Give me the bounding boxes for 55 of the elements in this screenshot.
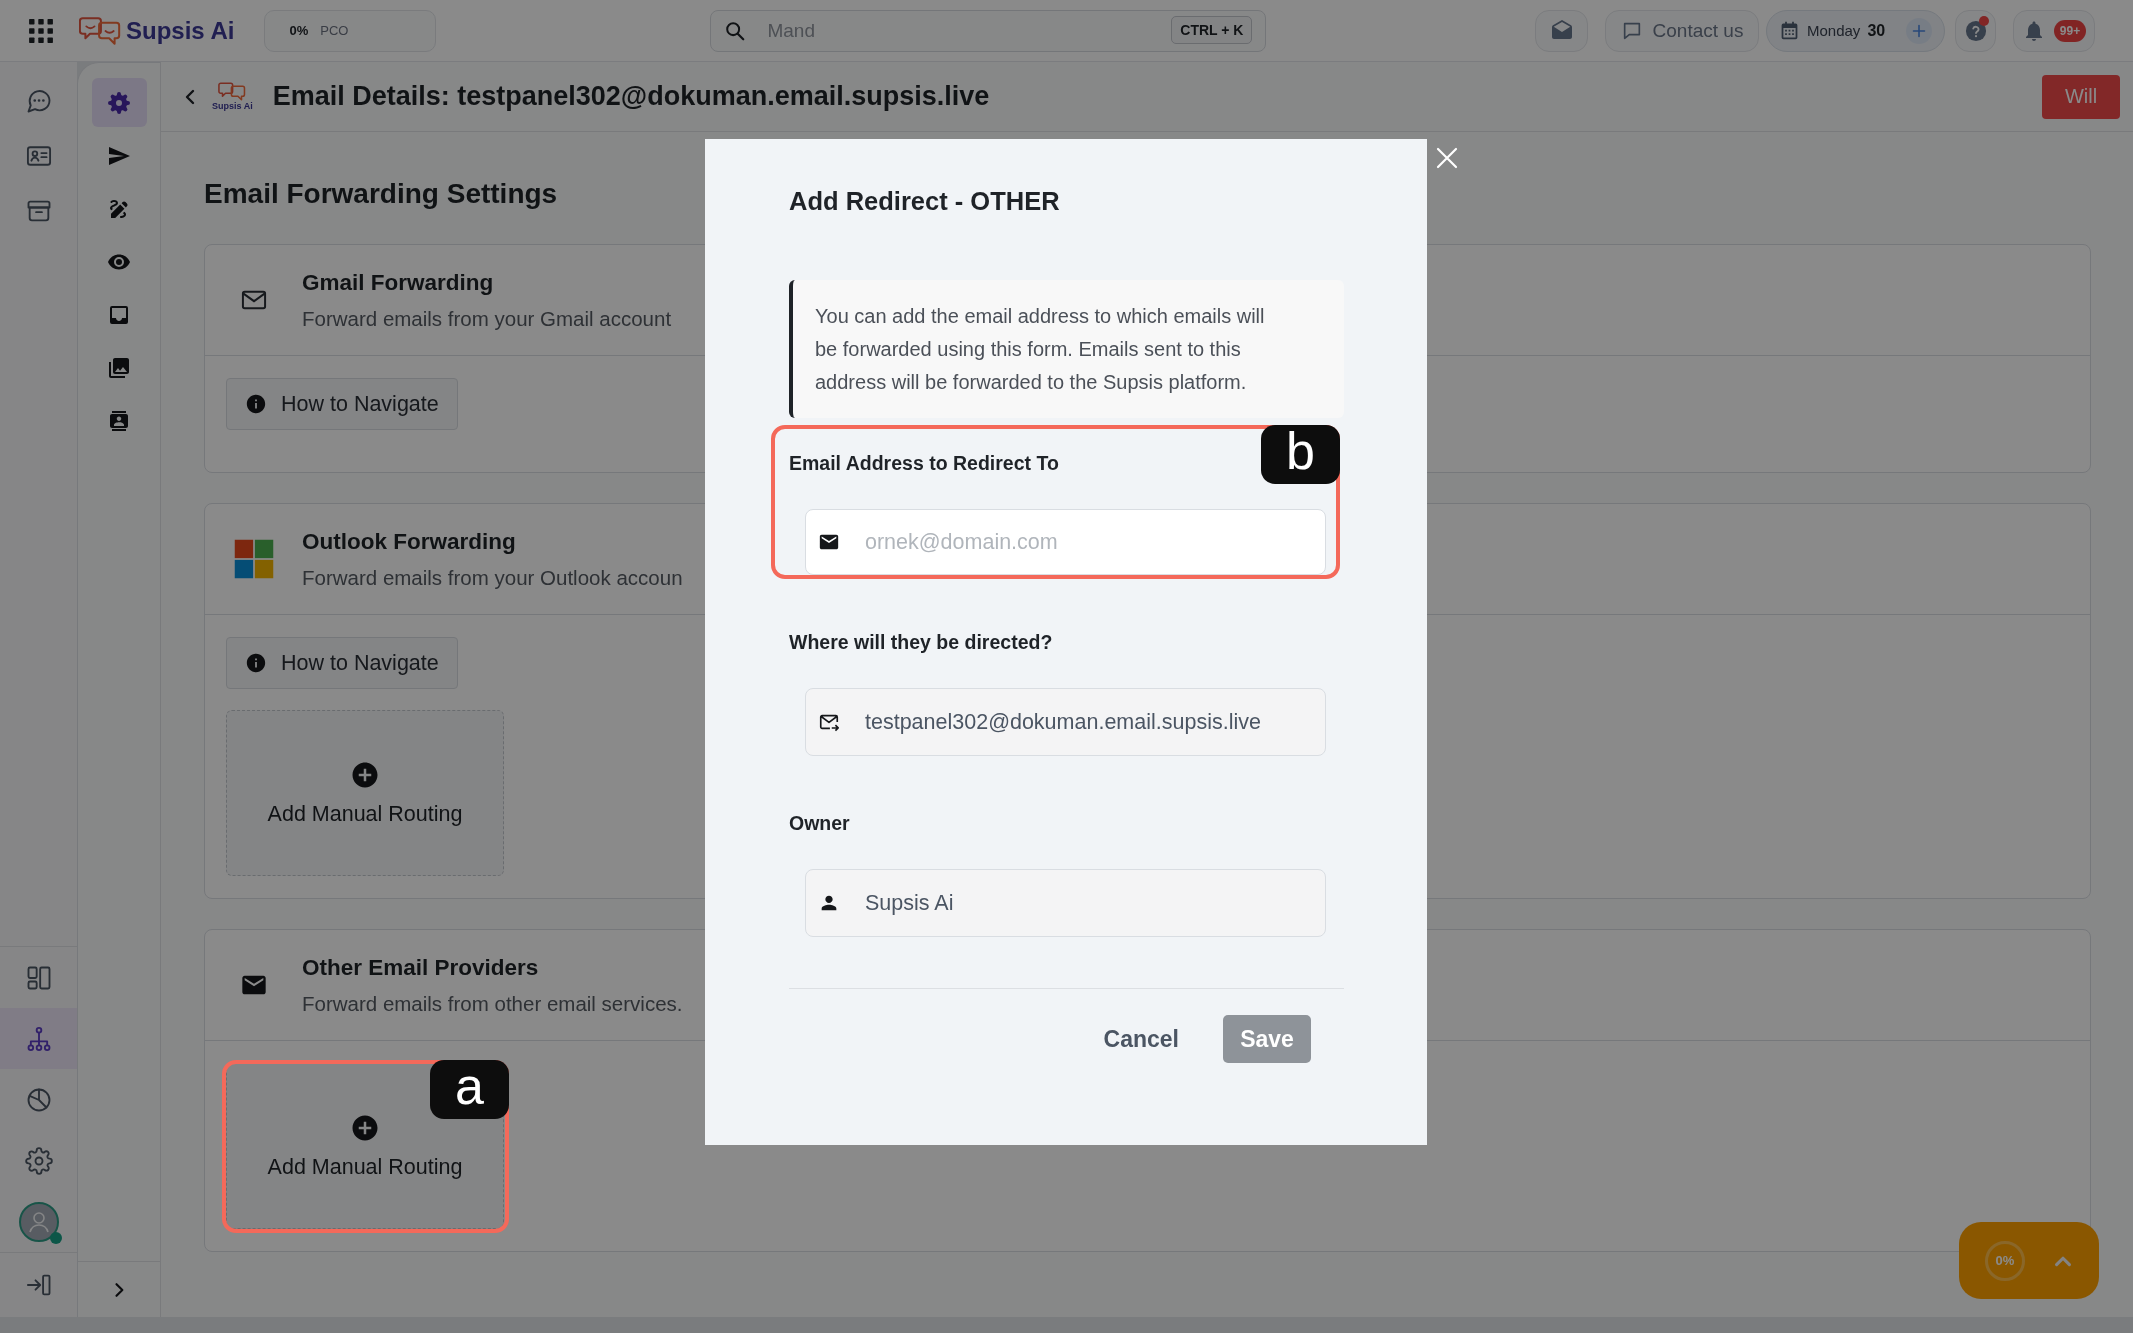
apps-grid-icon[interactable] bbox=[28, 17, 54, 44]
inbox-button[interactable] bbox=[1535, 9, 1588, 52]
field-label: Email Address to Redirect To bbox=[789, 451, 1060, 476]
navigate-guide-button[interactable]: How to Navigate bbox=[226, 637, 458, 689]
card-title: Gmail Forwarding bbox=[302, 268, 495, 296]
modal-title: Add Redirect - OTHER bbox=[789, 186, 1061, 216]
field-label: Owner bbox=[789, 811, 851, 836]
progress-percent: 0% bbox=[289, 23, 309, 38]
annotation-label: a bbox=[430, 1060, 509, 1119]
card-description: Forward emails from your Gmail account bbox=[302, 305, 672, 332]
field-label: Where will they be directed? bbox=[789, 630, 1054, 655]
notification-count: 99+ bbox=[2053, 19, 2087, 42]
navigate-guide-button[interactable]: How to Navigate bbox=[226, 378, 458, 430]
four-squares-icon bbox=[232, 538, 275, 580]
settings-icon bbox=[24, 1146, 53, 1175]
progress-label: PCO bbox=[320, 23, 349, 38]
calendar-icon bbox=[1779, 20, 1800, 41]
nav-button[interactable] bbox=[0, 1008, 77, 1069]
action-button[interactable]: Will bbox=[2042, 74, 2120, 119]
input-field[interactable]: ornek@domain.com bbox=[805, 509, 1326, 575]
logo-icon bbox=[218, 82, 247, 101]
search-icon bbox=[724, 19, 747, 42]
close-icon bbox=[1436, 147, 1458, 169]
photo-gallery-icon bbox=[107, 355, 131, 380]
card-title: Outlook Forwarding bbox=[302, 527, 517, 555]
notifications-button[interactable]: 99+ bbox=[2013, 9, 2095, 52]
section-title: Email Forwarding Settings bbox=[204, 177, 558, 211]
card-description: Forward emails from other email services. bbox=[302, 990, 683, 1017]
shortcut-key: CTRL + K bbox=[1171, 15, 1253, 44]
cancel-button[interactable]: Cancel bbox=[1093, 1015, 1189, 1063]
date-day: 30 bbox=[1867, 21, 1886, 40]
user-avatar[interactable] bbox=[18, 1201, 59, 1242]
help-icon bbox=[1964, 19, 1987, 42]
info-callout: You can add the email address to which emails will be forwarded using this form. Emails sent to this address will be forwarded to the Supsis platform. bbox=[789, 280, 1344, 418]
contact-button[interactable]: Contact us bbox=[1605, 9, 1759, 52]
date-pill[interactable]: Monday 30 bbox=[1766, 9, 1945, 52]
page-title: Email Details: testpanel302@dokuman.email.supsis.live bbox=[272, 81, 990, 112]
annotation-label: b bbox=[1261, 425, 1340, 484]
progress-ring: 0% bbox=[1985, 1240, 2025, 1281]
progress-pill[interactable]: 0% PCO bbox=[264, 9, 437, 52]
sub-nav-button[interactable] bbox=[91, 78, 147, 127]
info-icon bbox=[245, 393, 267, 415]
info-icon bbox=[245, 652, 267, 674]
logo-icon bbox=[79, 15, 121, 46]
close-button[interactable] bbox=[1436, 147, 1458, 169]
contact-book-icon bbox=[107, 408, 131, 433]
card-description: Forward emails from your Outlook accoun bbox=[302, 564, 683, 591]
help-button[interactable] bbox=[1955, 9, 1996, 52]
logo-text: Supsis Ai bbox=[212, 101, 253, 111]
add-routing-button[interactable]: Add Manual Routing bbox=[226, 710, 504, 876]
settings-icon bbox=[107, 90, 131, 115]
plus-circle-icon[interactable] bbox=[1906, 17, 1932, 44]
date-weekday: Monday bbox=[1807, 22, 1861, 39]
card-title: Other Email Providers bbox=[302, 953, 540, 981]
brand-name: Supsis Ai bbox=[126, 16, 235, 45]
